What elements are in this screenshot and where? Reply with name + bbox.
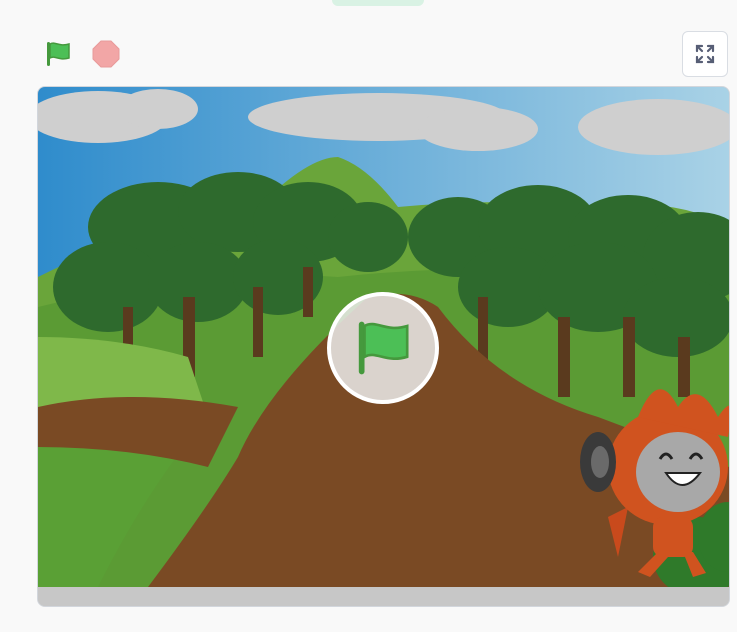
stage-controls [0, 0, 737, 80]
start-overlay-button[interactable] [327, 292, 439, 404]
stop-sign-icon [92, 40, 120, 68]
green-flag-icon [358, 321, 409, 375]
green-flag-icon [47, 42, 70, 66]
fullscreen-icon [695, 44, 715, 64]
fullscreen-button[interactable] [682, 31, 728, 77]
green-flag-button[interactable] [40, 36, 76, 72]
stage-panel [0, 0, 737, 632]
stage-bottom-bar [38, 587, 729, 606]
stop-button[interactable] [88, 36, 124, 72]
stage-canvas[interactable] [37, 86, 730, 607]
